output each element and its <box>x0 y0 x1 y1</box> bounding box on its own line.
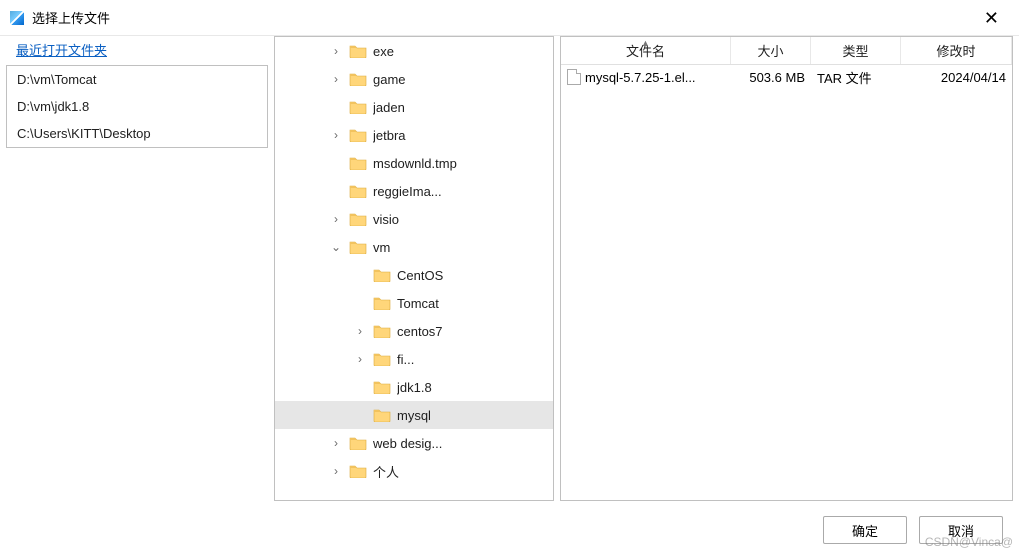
folder-icon <box>349 240 367 254</box>
tree-item-label: exe <box>373 44 394 59</box>
title-bar: 选择上传文件 ✕ <box>0 0 1019 36</box>
folder-icon <box>373 408 391 422</box>
tree-item-label: vm <box>373 240 390 255</box>
ok-button[interactable]: 确定 <box>823 516 907 544</box>
chevron-right-icon[interactable]: › <box>329 72 343 86</box>
folder-icon <box>349 44 367 58</box>
folder-icon <box>373 268 391 282</box>
tree-item[interactable]: CentOS <box>275 261 553 289</box>
chevron-right-icon[interactable]: › <box>329 212 343 226</box>
file-row[interactable]: mysql-5.7.25-1.el... 503.6 MB TAR 文件 202… <box>561 65 1012 89</box>
chevron-right-icon[interactable]: › <box>329 464 343 478</box>
recent-item[interactable]: D:\vm\jdk1.8 <box>7 93 267 120</box>
folder-tree-panel: › exe › game jaden › jetbra msdownld.tmp reggieI… <box>274 36 554 501</box>
app-icon <box>10 11 24 25</box>
tree-item[interactable]: › jetbra <box>275 121 553 149</box>
window-title: 选择上传文件 <box>32 8 110 27</box>
tree-item[interactable]: › fi... <box>275 345 553 373</box>
recent-folders-link[interactable]: 最近打开文件夹 <box>6 36 268 65</box>
tree-item[interactable]: jdk1.8 <box>275 373 553 401</box>
file-list-panel: ▲ 文件名 大小 类型 修改时 mysql-5.7.25-1.el... 503… <box>560 36 1013 501</box>
folder-icon <box>349 184 367 198</box>
recent-panel: 最近打开文件夹 D:\vm\Tomcat D:\vm\jdk1.8 C:\Use… <box>6 36 268 501</box>
tree-item[interactable]: › web desig... <box>275 429 553 457</box>
folder-icon <box>349 156 367 170</box>
folder-tree-scroll[interactable]: › exe › game jaden › jetbra msdownld.tmp reggieI… <box>275 37 553 500</box>
tree-item[interactable]: reggieIma... <box>275 177 553 205</box>
tree-item[interactable]: › game <box>275 65 553 93</box>
tree-item-label: visio <box>373 212 399 227</box>
tree-item-label: CentOS <box>397 268 443 283</box>
tree-item-label: jaden <box>373 100 405 115</box>
recent-item[interactable]: D:\vm\Tomcat <box>7 66 267 93</box>
tree-item-label: centos7 <box>397 324 443 339</box>
file-rows: mysql-5.7.25-1.el... 503.6 MB TAR 文件 202… <box>561 65 1012 500</box>
chevron-right-icon[interactable]: › <box>329 436 343 450</box>
column-header-size[interactable]: 大小 <box>731 37 811 64</box>
tree-item[interactable]: jaden <box>275 93 553 121</box>
folder-icon <box>349 212 367 226</box>
recent-folders-list: D:\vm\Tomcat D:\vm\jdk1.8 C:\Users\KITT\… <box>6 65 268 148</box>
tree-item-label: reggieIma... <box>373 184 442 199</box>
chevron-right-icon[interactable]: › <box>329 128 343 142</box>
column-headers: ▲ 文件名 大小 类型 修改时 <box>561 37 1012 65</box>
tree-item-label: game <box>373 72 406 87</box>
chevron-right-icon[interactable]: › <box>329 44 343 58</box>
folder-icon <box>373 380 391 394</box>
column-header-type[interactable]: 类型 <box>811 37 901 64</box>
tree-item[interactable]: ⌄ vm <box>275 233 553 261</box>
tree-item[interactable]: › centos7 <box>275 317 553 345</box>
folder-icon <box>349 72 367 86</box>
folder-icon <box>373 352 391 366</box>
column-header-date[interactable]: 修改时 <box>901 37 1012 64</box>
tree-item[interactable]: Tomcat <box>275 289 553 317</box>
tree-item[interactable]: › exe <box>275 37 553 65</box>
folder-icon <box>373 324 391 338</box>
sort-asc-icon: ▲ <box>641 38 650 48</box>
file-name: mysql-5.7.25-1.el... <box>585 70 696 85</box>
tree-item[interactable]: msdownld.tmp <box>275 149 553 177</box>
folder-icon <box>373 296 391 310</box>
tree-item-label: web desig... <box>373 436 442 451</box>
tree-item[interactable]: mysql <box>275 401 553 429</box>
tree-item-label: jetbra <box>373 128 406 143</box>
file-size: 503.6 MB <box>731 70 811 85</box>
file-icon <box>567 69 581 85</box>
tree-item[interactable]: › 个人 <box>275 457 553 485</box>
tree-item-label: Tomcat <box>397 296 439 311</box>
folder-icon <box>349 436 367 450</box>
folder-icon <box>349 128 367 142</box>
tree-item-label: msdownld.tmp <box>373 156 457 171</box>
file-type: TAR 文件 <box>811 68 901 87</box>
recent-item[interactable]: C:\Users\KITT\Desktop <box>7 120 267 147</box>
column-header-name[interactable]: ▲ 文件名 <box>561 37 731 64</box>
dialog-footer: 确定 取消 <box>0 507 1019 553</box>
tree-item[interactable]: › visio <box>275 205 553 233</box>
chevron-down-icon[interactable]: ⌄ <box>329 240 343 254</box>
tree-item-label: fi... <box>397 352 414 367</box>
tree-item-label: jdk1.8 <box>397 380 432 395</box>
close-button[interactable]: ✕ <box>976 5 1007 31</box>
cancel-button[interactable]: 取消 <box>919 516 1003 544</box>
tree-item-label: mysql <box>397 408 431 423</box>
folder-icon <box>349 464 367 478</box>
chevron-right-icon[interactable]: › <box>353 352 367 366</box>
file-date: 2024/04/14 <box>901 70 1012 85</box>
chevron-right-icon[interactable]: › <box>353 324 367 338</box>
tree-item-label: 个人 <box>373 462 399 481</box>
folder-icon <box>349 100 367 114</box>
